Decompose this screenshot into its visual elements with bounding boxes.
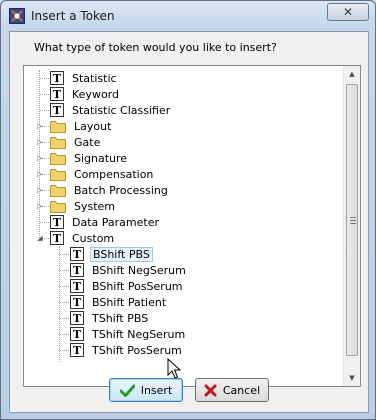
- expand-icon[interactable]: ▷: [36, 138, 44, 146]
- tree-item-label: BShift NegSerum: [92, 263, 186, 277]
- token-t-icon: T: [70, 295, 84, 309]
- tree-item-label: BShift Patient: [92, 295, 167, 309]
- vertical-scrollbar[interactable]: ▲ ▼: [343, 66, 360, 386]
- cancel-button[interactable]: Cancel: [195, 378, 269, 402]
- tree-item[interactable]: T TShift NegSerum: [70, 326, 187, 342]
- title-bar[interactable]: Insert a Token ✕: [1, 1, 375, 31]
- tree-item[interactable]: T BShift PBS: [70, 246, 153, 262]
- expand-icon[interactable]: ▷: [36, 202, 44, 210]
- folder-icon: [50, 136, 66, 149]
- tree-item-label: Batch Processing: [74, 183, 168, 197]
- tree-item-label: Gate: [74, 135, 101, 149]
- tree-item[interactable]: T BShift NegSerum: [70, 262, 188, 278]
- expand-icon[interactable]: ▷: [36, 154, 44, 162]
- tree-item[interactable]: T Keyword: [50, 86, 121, 102]
- tree-item-label: BShift PBS: [90, 246, 153, 262]
- tree-item[interactable]: Compensation: [50, 166, 155, 182]
- tree-rows: T Statistic T Keyword T Statistic Classifier ▷…: [24, 66, 344, 386]
- tree-item-label: Layout: [74, 119, 112, 133]
- tree-item[interactable]: T BShift PosSerum: [70, 278, 185, 294]
- tree-item-label: Custom: [72, 231, 115, 245]
- expand-icon[interactable]: ▷: [36, 170, 44, 178]
- token-t-icon: T: [70, 311, 84, 325]
- collapse-icon[interactable]: ◢: [36, 234, 44, 242]
- insert-token-dialog: Insert a Token ✕ What type of token woul…: [0, 0, 376, 420]
- token-t-icon: T: [70, 327, 84, 341]
- expand-icon[interactable]: ▷: [36, 122, 44, 130]
- token-tree[interactable]: T Statistic T Keyword T Statistic Classifier ▷…: [23, 65, 361, 387]
- token-t-icon: T: [70, 263, 84, 277]
- tree-item-label: TShift PosSerum: [92, 343, 182, 357]
- mouse-pointer-icon: [167, 358, 181, 379]
- tree-item-label: TShift PBS: [92, 311, 149, 325]
- tree-item-label: Statistic Classifier: [72, 103, 171, 117]
- close-icon: ✕: [342, 5, 354, 19]
- tree-item-label: System: [74, 199, 116, 213]
- tree-item[interactable]: T TShift PBS: [70, 310, 150, 326]
- tree-item-label: BShift PosSerum: [92, 279, 183, 293]
- folder-icon: [50, 200, 66, 213]
- tree-item[interactable]: Layout: [50, 118, 113, 134]
- dialog-body: What type of token would you like to ins…: [9, 31, 369, 413]
- tree-item[interactable]: T Data Parameter: [50, 214, 161, 230]
- cancel-x-icon: [204, 384, 217, 396]
- folder-icon: [50, 152, 66, 165]
- token-t-icon: T: [50, 215, 64, 229]
- token-t-icon: T: [70, 343, 84, 357]
- token-t-icon: T: [70, 279, 84, 293]
- tree-item-label: Compensation: [74, 167, 154, 181]
- tree-item-label: Data Parameter: [72, 215, 159, 229]
- insert-button[interactable]: Insert: [109, 378, 183, 402]
- close-button[interactable]: ✕: [327, 3, 369, 21]
- token-t-icon: T: [50, 103, 64, 117]
- tree-item-label: Keyword: [72, 87, 119, 101]
- window-title: Insert a Token: [31, 9, 115, 23]
- tree-item[interactable]: Signature: [50, 150, 129, 166]
- token-t-icon: T: [50, 87, 64, 101]
- tree-item[interactable]: T BShift Patient: [70, 294, 168, 310]
- folder-icon: [50, 184, 66, 197]
- checkmark-icon: [119, 384, 135, 397]
- tree-item[interactable]: T Custom: [50, 230, 116, 246]
- tree-item-label: TShift NegSerum: [92, 327, 186, 341]
- tree-item[interactable]: System: [50, 198, 117, 214]
- tree-item-label: Signature: [74, 151, 128, 165]
- tree-item[interactable]: T Statistic: [50, 70, 119, 86]
- cancel-button-label: Cancel: [222, 383, 261, 397]
- scroll-thumb[interactable]: [346, 84, 358, 356]
- scroll-down-icon[interactable]: ▼: [344, 370, 360, 386]
- folder-icon: [50, 168, 66, 181]
- tree-item[interactable]: Batch Processing: [50, 182, 170, 198]
- app-icon: [9, 8, 25, 24]
- tree-item[interactable]: T TShift PosSerum: [70, 342, 184, 358]
- scroll-up-icon[interactable]: ▲: [344, 66, 360, 82]
- token-t-icon: T: [50, 231, 64, 245]
- prompt-text: What type of token would you like to ins…: [34, 41, 277, 54]
- token-t-icon: T: [50, 71, 64, 85]
- tree-item[interactable]: T Statistic Classifier: [50, 102, 172, 118]
- tree-item[interactable]: Gate: [50, 134, 102, 150]
- expand-icon[interactable]: ▷: [36, 186, 44, 194]
- insert-button-label: Insert: [140, 383, 173, 397]
- folder-icon: [50, 120, 66, 133]
- token-t-icon: T: [70, 247, 84, 261]
- tree-item-label: Statistic: [72, 71, 117, 85]
